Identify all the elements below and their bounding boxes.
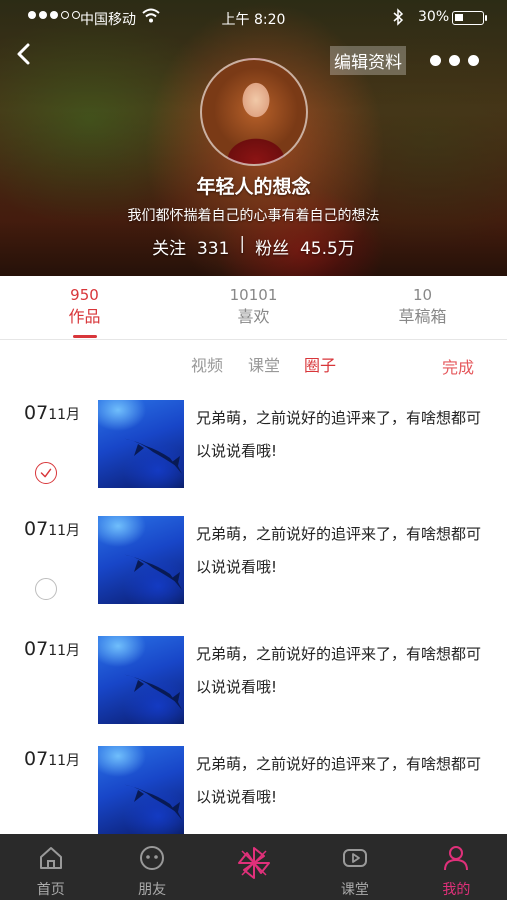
list-item[interactable]: 0711月 兄弟萌，之前说好的追评来了，有啥想都可以说说看哦!: [0, 382, 507, 500]
whale-shark-image: [120, 438, 182, 474]
nav-label: 课堂: [340, 882, 369, 898]
tab-count: 10101: [229, 286, 278, 304]
post-list: 0711月 兄弟萌，之前说好的追评来了，有啥想都可以说说看哦! 0711月 兄弟…: [0, 382, 507, 834]
profile-stats: 关注 331 | 粉丝 45.5万: [0, 234, 507, 259]
post-date: 0711月: [24, 518, 81, 540]
selected-check-icon[interactable]: [35, 462, 57, 484]
nav-friends[interactable]: 朋友: [101, 834, 202, 900]
battery-percent: 30%: [418, 9, 450, 25]
pinwheel-icon: [237, 847, 270, 879]
post-text: 兄弟萌，之前说好的追评来了，有啥想都可以说说看哦!: [196, 525, 482, 576]
tab-drafts[interactable]: 10 草稿箱: [338, 276, 507, 339]
friends-icon: [140, 846, 165, 870]
play-icon: [342, 849, 367, 867]
status-bar: 中国移动 上午 8:20 30%: [0, 0, 507, 36]
tab-label: 喜欢: [237, 307, 270, 326]
list-item[interactable]: 0711月 兄弟萌，之前说好的追评来了，有啥想都可以说说看哦!: [0, 728, 507, 834]
tab-count: 950: [70, 286, 99, 304]
subtab-video[interactable]: 视频: [191, 352, 223, 376]
post-thumbnail[interactable]: [98, 400, 184, 488]
post-text: 兄弟萌，之前说好的追评来了，有啥想都可以说说看哦!: [196, 645, 482, 696]
profile-bio: 我们都怀揣着自己的心事有着自己的想法: [127, 208, 380, 224]
profile-header: 中国移动 上午 8:20 30% 编辑资料 年轻人的想念 我们都怀揣着自己的心事…: [0, 0, 507, 276]
post-thumbnail[interactable]: [98, 636, 184, 724]
done-button[interactable]: 完成: [442, 354, 474, 378]
whale-shark-image: [120, 784, 182, 820]
tab-count: 10: [412, 286, 433, 304]
nav-mine[interactable]: 我的: [406, 834, 507, 900]
unselected-check-icon[interactable]: [35, 578, 57, 600]
profile-icon: [444, 846, 469, 871]
stats-divider: |: [239, 234, 246, 254]
nav-create[interactable]: [203, 834, 304, 900]
content-tabs: 950 作品 10101 喜欢 10 草稿箱: [0, 276, 507, 340]
more-button[interactable]: [430, 50, 490, 70]
followers-stat[interactable]: 粉丝 45.5万: [255, 234, 355, 259]
whale-shark-image: [120, 554, 182, 590]
nav-label: 我的: [442, 882, 471, 898]
battery-icon: [452, 11, 487, 25]
subtab-class[interactable]: 课堂: [248, 352, 280, 376]
tab-likes[interactable]: 10101 喜欢: [169, 276, 338, 339]
tab-works[interactable]: 950 作品: [0, 276, 169, 339]
post-text: 兄弟萌，之前说好的追评来了，有啥想都可以说说看哦!: [196, 755, 482, 806]
nav-label: 朋友: [138, 882, 167, 898]
post-thumbnail[interactable]: [98, 516, 184, 604]
nav-label: 首页: [36, 882, 65, 898]
nav-home[interactable]: 首页: [0, 834, 101, 900]
tab-label: 作品: [68, 307, 101, 326]
post-date: 0711月: [24, 638, 81, 660]
avatar[interactable]: [200, 58, 308, 166]
profile-name: 年轻人的想念: [196, 176, 311, 198]
subtab-circle[interactable]: 圈子: [304, 352, 336, 376]
whale-shark-image: [120, 674, 182, 710]
back-button[interactable]: [10, 40, 38, 68]
bluetooth-icon: [393, 8, 404, 26]
home-icon: [39, 847, 62, 869]
post-text: 兄弟萌，之前说好的追评来了，有啥想都可以说说看哦!: [196, 409, 482, 460]
list-item[interactable]: 0711月 兄弟萌，之前说好的追评来了，有啥想都可以说说看哦!: [0, 618, 507, 736]
sub-tabs: 视频 课堂 圈子 完成: [0, 340, 507, 382]
following-stat[interactable]: 关注 331: [152, 234, 229, 259]
post-thumbnail[interactable]: [98, 746, 184, 834]
bottom-nav: 首页 朋友 课堂 我的: [0, 834, 507, 900]
nav-class[interactable]: 课堂: [304, 834, 405, 900]
list-item[interactable]: 0711月 兄弟萌，之前说好的追评来了，有啥想都可以说说看哦!: [0, 498, 507, 616]
edit-profile-button[interactable]: 编辑资料: [330, 46, 406, 75]
post-date: 0711月: [24, 402, 81, 424]
tab-label: 草稿箱: [398, 307, 447, 326]
post-date: 0711月: [24, 748, 81, 770]
